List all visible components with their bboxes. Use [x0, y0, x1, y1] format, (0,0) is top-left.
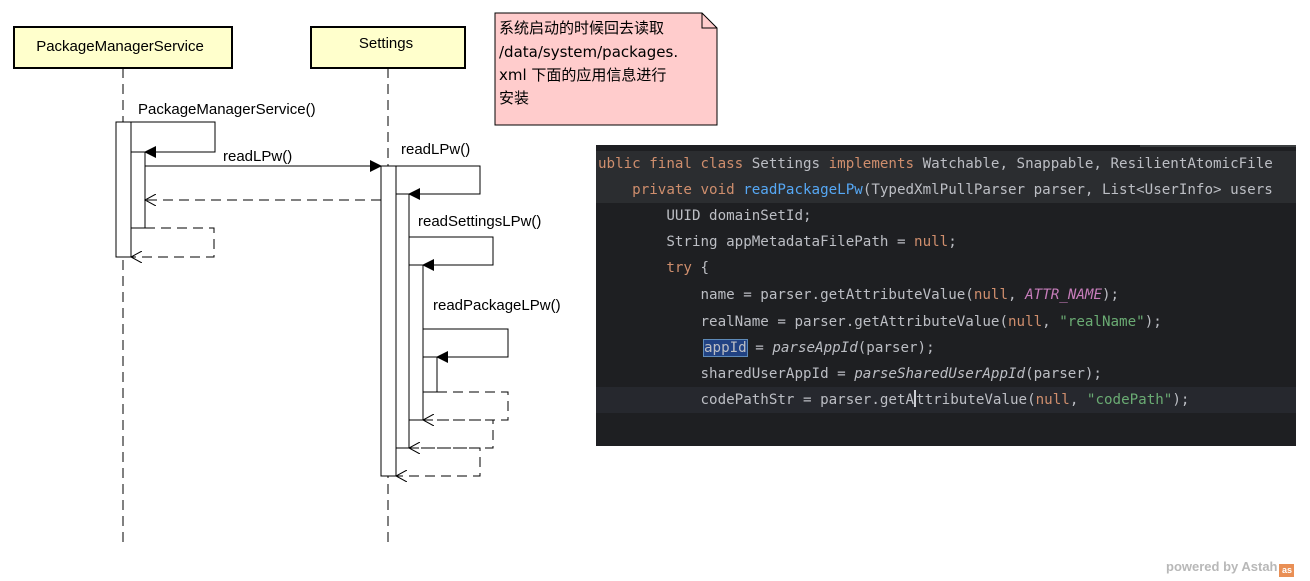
code-token: ublic final class: [598, 156, 752, 172]
return-pms-ctor: [131, 227, 215, 257]
message-pms-ctor[interactable]: [123, 121, 216, 158]
code-line[interactable]: String appMetadataFilePath = null;: [596, 229, 957, 255]
code-editor-screenshot: ublic final class Settings implements Wa…: [596, 145, 1296, 446]
code-token: );: [1172, 392, 1190, 408]
code-token: null: [1008, 314, 1043, 330]
code-token: codePathStr = parser.getA: [598, 392, 915, 408]
astah-footer: powered by Astah as: [1166, 559, 1295, 577]
message-label-pms-ctor: PackageManagerService(): [138, 101, 316, 118]
activation-settings: [380, 165, 397, 477]
code-line[interactable]: sharedUserAppId = parseSharedUserAppId(p…: [596, 361, 1102, 387]
message-read-package[interactable]: [423, 328, 509, 363]
activation-settings-l2: [395, 193, 410, 449]
code-line[interactable]: realName = parser.getAttributeValue(null…: [596, 309, 1162, 335]
code-token: ATTR_NAME: [1025, 287, 1102, 303]
code-token: String appMetadataFilePath =: [598, 234, 915, 250]
highlighted-token: appId: [703, 339, 748, 357]
message-label-read-lpw-self: readLPw(): [401, 141, 470, 158]
code-token: "codePath": [1086, 392, 1173, 408]
code-token: null: [1035, 392, 1070, 408]
code-line[interactable]: name = parser.getAttributeValue(null, AT…: [596, 282, 1119, 308]
code-line[interactable]: ublic final class Settings implements Wa…: [596, 151, 1296, 177]
code-token: null: [973, 287, 1009, 303]
note-line: xml 下面的应用信息进行: [499, 66, 666, 84]
code-token: ,: [1008, 287, 1026, 303]
code-token: ;: [948, 234, 957, 250]
code-token: realName = parser.getAttributeValue(: [598, 314, 1008, 330]
astah-logo-icon: as: [1279, 564, 1295, 577]
code-token: parseAppId: [772, 340, 858, 356]
activation-settings-l3: [408, 264, 424, 421]
footer-text: powered by Astah: [1166, 559, 1278, 574]
code-token: parseSharedUserAppId: [854, 366, 1026, 382]
message-read-settings[interactable]: [409, 236, 494, 271]
code-token: ,: [1042, 314, 1060, 330]
return-read-package: [423, 391, 509, 420]
code-token: sharedUserAppId =: [598, 366, 855, 382]
return-read-lpw-self: [396, 447, 481, 476]
code-token: (TypedXmlPullParser parser, List<UserInf…: [862, 182, 1273, 198]
code-line[interactable]: appId = parseAppId(parser);: [596, 335, 935, 361]
code-token: UUID domainSetId;: [598, 208, 812, 224]
code-token: implements: [828, 156, 923, 172]
code-token: Settings: [751, 156, 829, 172]
code-token: Watchable, Snappable, ResilientAtomicFil…: [922, 156, 1273, 172]
code-line[interactable]: UUID domainSetId;: [596, 203, 812, 229]
code-token: try: [666, 260, 701, 276]
code-token: ,: [1069, 392, 1087, 408]
note-line: 系统启动的时候回去读取: [499, 19, 664, 37]
code-line[interactable]: codePathStr = parser.getA ttributeValue(n…: [596, 387, 1296, 413]
code-token: "realName": [1059, 314, 1145, 330]
code-token: private void: [632, 182, 744, 198]
message-label-read-package: readPackageLPw(): [433, 297, 561, 314]
message-label-read-lpw: readLPw(): [223, 148, 292, 165]
activation-pms-nested: [130, 151, 146, 229]
activation-pms: [115, 121, 132, 258]
code-token: ttributeValue(: [916, 392, 1036, 408]
code-line[interactable]: private void readPackageLPw(TypedXmlPull…: [596, 177, 1296, 203]
code-token: );: [1144, 314, 1162, 330]
code-line[interactable]: try {: [596, 255, 709, 281]
code-token: =: [746, 340, 773, 356]
code-token: (parser);: [857, 340, 935, 356]
message-label-read-settings: readSettingsLPw(): [418, 213, 541, 230]
note-line: 安装: [499, 89, 529, 107]
lifeline-label-pms: PackageManagerService: [36, 38, 204, 55]
activation-settings-l4: [422, 356, 438, 393]
code-token: );: [1101, 287, 1120, 303]
code-token: null: [914, 234, 949, 250]
code-token: readPackageLPw: [743, 182, 863, 198]
note-line: /data/system/packages.: [499, 43, 678, 61]
editor-tab-strip: [1140, 145, 1296, 147]
return-read-settings: [409, 419, 494, 448]
code-token: {: [700, 260, 710, 276]
message-read-lpw-self[interactable]: [396, 165, 481, 200]
code-token: (parser);: [1025, 366, 1102, 382]
code-token: name = parser.getAttributeValue(: [598, 287, 974, 303]
lifeline-label-settings: Settings: [359, 35, 413, 52]
